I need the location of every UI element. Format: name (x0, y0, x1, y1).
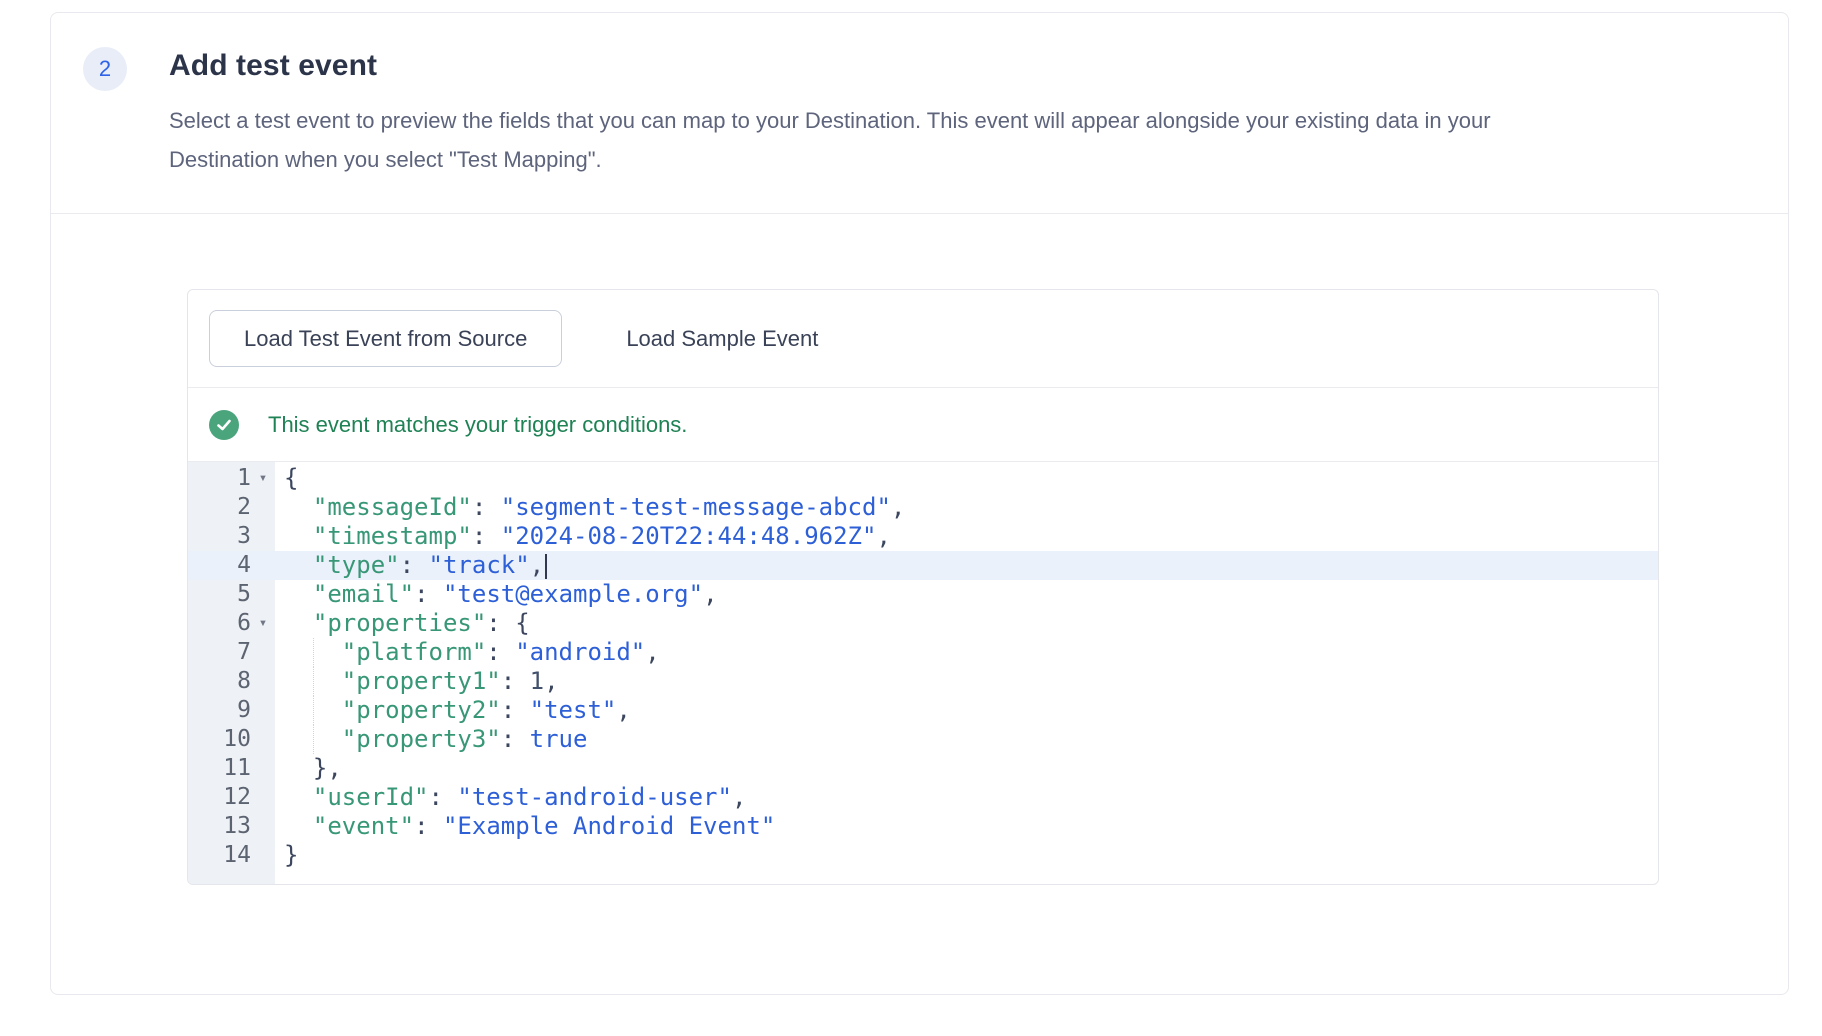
line-number-cell: 5 (188, 580, 275, 609)
line-number-cell: 1▾ (188, 464, 275, 493)
code-line[interactable]: 6▾ "properties": { (188, 609, 1658, 638)
code-text[interactable]: } (275, 841, 1658, 870)
fold-arrow-placeholder (251, 754, 275, 783)
fold-arrow-placeholder (251, 696, 275, 725)
line-number-cell: 10 (188, 725, 275, 754)
indent-guide (313, 725, 314, 754)
code-line[interactable]: 7 "platform": "android", (188, 638, 1658, 667)
check-circle-icon (209, 410, 239, 440)
code-text[interactable]: "messageId": "segment-test-message-abcd"… (275, 493, 1658, 522)
add-test-event-card: 2 Add test event Select a test event to … (50, 12, 1789, 995)
line-number: 1 (188, 464, 251, 493)
line-number-cell: 9 (188, 696, 275, 725)
code-line[interactable]: 3 "timestamp": "2024-08-20T22:44:48.962Z… (188, 522, 1658, 551)
trigger-match-status: This event matches your trigger conditio… (188, 388, 1658, 462)
line-number-cell: 8 (188, 667, 275, 696)
line-number: 11 (188, 754, 251, 783)
step-header: 2 Add test event Select a test event to … (51, 13, 1788, 214)
code-line[interactable]: 5 "email": "test@example.org", (188, 580, 1658, 609)
code-line[interactable]: 8 "property1": 1, (188, 667, 1658, 696)
code-text[interactable]: "platform": "android", (275, 638, 1658, 667)
fold-arrow-placeholder (251, 841, 275, 870)
indent-guide (313, 667, 314, 696)
fold-arrow-icon[interactable]: ▾ (251, 464, 275, 493)
line-number: 10 (188, 725, 251, 754)
line-number-cell: 2 (188, 493, 275, 522)
fold-arrow-placeholder (251, 493, 275, 522)
fold-arrow-placeholder (251, 667, 275, 696)
code-text[interactable]: "timestamp": "2024-08-20T22:44:48.962Z", (275, 522, 1658, 551)
code-text[interactable]: { (275, 464, 1658, 493)
line-number-cell: 11 (188, 754, 275, 783)
line-number: 6 (188, 609, 251, 638)
line-number: 5 (188, 580, 251, 609)
line-number: 14 (188, 841, 251, 870)
line-number-cell: 14 (188, 841, 275, 870)
code-line[interactable]: 1▾{ (188, 464, 1658, 493)
step-number-badge: 2 (83, 47, 127, 91)
step-body: Load Test Event from Source Load Sample … (51, 214, 1788, 885)
code-line[interactable]: 4 "type": "track", (188, 551, 1658, 580)
code-text[interactable]: "email": "test@example.org", (275, 580, 1658, 609)
code-line[interactable]: 13 "event": "Example Android Event" (188, 812, 1658, 841)
fold-arrow-placeholder (251, 783, 275, 812)
indent-guide (313, 638, 314, 667)
fold-arrow-placeholder (251, 812, 275, 841)
step-description: Select a test event to preview the field… (169, 101, 1499, 179)
fold-arrow-placeholder (251, 580, 275, 609)
code-line[interactable]: 14} (188, 841, 1658, 870)
test-event-panel: Load Test Event from Source Load Sample … (187, 289, 1659, 885)
code-line[interactable]: 10 "property3": true (188, 725, 1658, 754)
json-code-editor[interactable]: 1▾{2 "messageId": "segment-test-message-… (188, 462, 1658, 884)
event-loader-toolbar: Load Test Event from Source Load Sample … (188, 290, 1658, 388)
code-text[interactable]: "property3": true (275, 725, 1658, 754)
status-message: This event matches your trigger conditio… (268, 412, 687, 438)
line-number: 13 (188, 812, 251, 841)
code-text[interactable]: "property1": 1, (275, 667, 1658, 696)
code-text[interactable]: }, (275, 754, 1658, 783)
indent-guide (313, 696, 314, 725)
line-number: 7 (188, 638, 251, 667)
fold-arrow-placeholder (251, 725, 275, 754)
code-line[interactable]: 2 "messageId": "segment-test-message-abc… (188, 493, 1658, 522)
page-title: Add test event (169, 45, 1748, 87)
fold-arrow-placeholder (251, 522, 275, 551)
code-text[interactable]: "properties": { (275, 609, 1658, 638)
line-number-cell: 4 (188, 551, 275, 580)
code-line[interactable]: 9 "property2": "test", (188, 696, 1658, 725)
load-sample-event-button[interactable]: Load Sample Event (602, 310, 842, 367)
load-test-event-button[interactable]: Load Test Event from Source (209, 310, 562, 367)
code-text[interactable]: "userId": "test-android-user", (275, 783, 1658, 812)
line-number: 2 (188, 493, 251, 522)
line-number-cell: 3 (188, 522, 275, 551)
line-number-cell: 7 (188, 638, 275, 667)
line-number-cell: 13 (188, 812, 275, 841)
fold-arrow-icon[interactable]: ▾ (251, 609, 275, 638)
line-number: 3 (188, 522, 251, 551)
code-line[interactable]: 11 }, (188, 754, 1658, 783)
code-text[interactable]: "event": "Example Android Event" (275, 812, 1658, 841)
line-number-cell: 6▾ (188, 609, 275, 638)
fold-arrow-placeholder (251, 638, 275, 667)
text-cursor (545, 554, 547, 579)
code-text[interactable]: "type": "track", (275, 551, 1658, 580)
line-number: 12 (188, 783, 251, 812)
code-text[interactable]: "property2": "test", (275, 696, 1658, 725)
fold-arrow-placeholder (251, 551, 275, 580)
line-number: 8 (188, 667, 251, 696)
line-number-cell: 12 (188, 783, 275, 812)
line-number: 4 (188, 551, 251, 580)
code-line[interactable]: 12 "userId": "test-android-user", (188, 783, 1658, 812)
line-number: 9 (188, 696, 251, 725)
